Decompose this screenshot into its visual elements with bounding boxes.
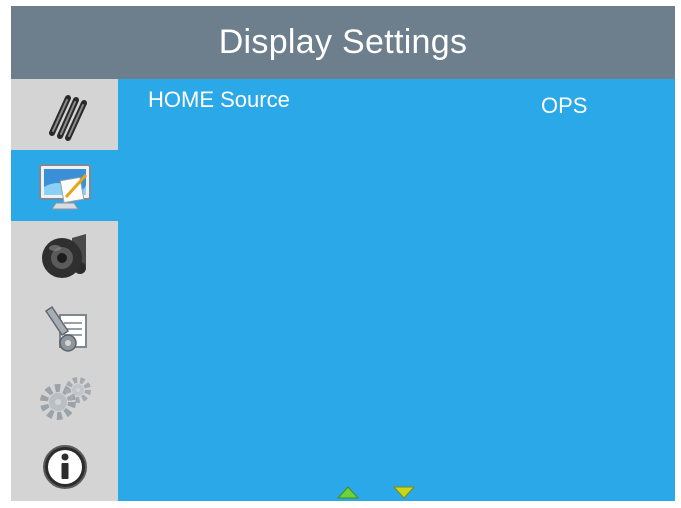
- sidebar-item-info[interactable]: [11, 431, 118, 501]
- display-settings-menu: Display Settings HOME Source OPS: [11, 6, 675, 501]
- display-monitor-icon: [38, 163, 91, 209]
- sidebar-item-audio[interactable]: [11, 221, 118, 292]
- gears-icon: [39, 376, 91, 420]
- sidebar-item-setup[interactable]: [11, 363, 118, 434]
- sidebar: [11, 79, 118, 501]
- up-arrow-icon[interactable]: [336, 484, 360, 500]
- setting-label: HOME Source: [148, 87, 290, 112]
- pens-icon: [48, 94, 87, 141]
- setting-row-home-source[interactable]: HOME Source OPS: [148, 87, 648, 119]
- info-icon: [42, 444, 87, 489]
- setting-value[interactable]: OPS: [541, 93, 587, 119]
- nav-arrows: [336, 484, 426, 500]
- audio-speaker-icon: [41, 233, 86, 278]
- sidebar-item-picture[interactable]: [11, 79, 118, 150]
- settings-panel: HOME Source OPS: [118, 79, 675, 501]
- sidebar-item-display[interactable]: [11, 150, 118, 221]
- down-arrow-icon[interactable]: [392, 484, 416, 500]
- tools-settings-icon: [44, 305, 87, 352]
- sidebar-item-tools[interactable]: [11, 292, 118, 363]
- title-bar: Display Settings: [11, 6, 675, 79]
- page-title: Display Settings: [218, 23, 468, 61]
